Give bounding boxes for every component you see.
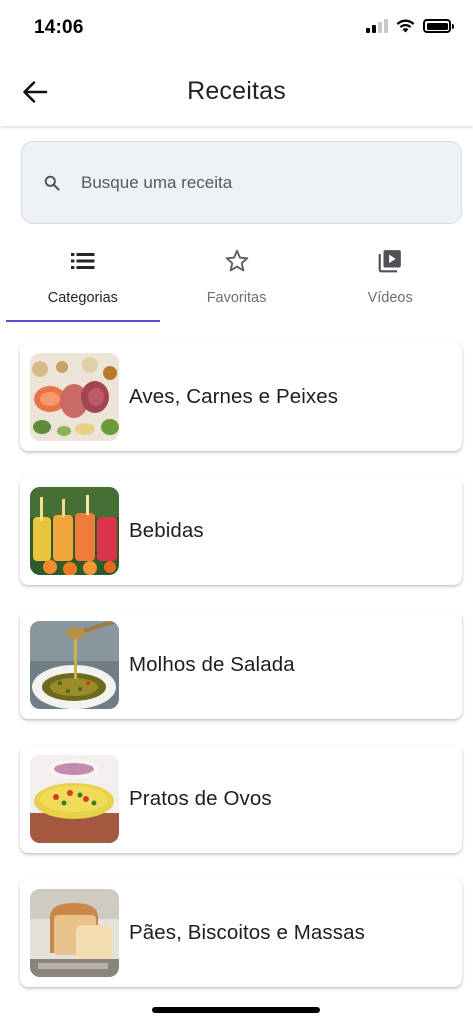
search-input[interactable] <box>81 172 411 193</box>
search-box[interactable] <box>21 141 462 224</box>
category-list: Aves, Carnes e Peixes Bebidas Molhos de … <box>20 343 462 1013</box>
category-card-bebidas[interactable]: Bebidas <box>20 477 462 585</box>
video-library-icon <box>377 248 403 274</box>
tab-label: Categorias <box>47 290 118 306</box>
cellular-signal-icon <box>366 19 388 33</box>
category-label: Bebidas <box>129 519 204 542</box>
status-icons <box>366 19 454 33</box>
active-tab-indicator <box>6 319 160 322</box>
category-card-aves-carnes-peixes[interactable]: Aves, Carnes e Peixes <box>20 343 462 451</box>
tab-bar: Categorias Favoritas Vídeos <box>6 240 467 324</box>
category-card-molhos-de-salada[interactable]: Molhos de Salada <box>20 611 462 719</box>
tab-categorias[interactable]: Categorias <box>6 240 160 324</box>
battery-icon <box>423 19 454 33</box>
home-indicator[interactable] <box>152 1007 320 1013</box>
screen: 14:06 Receitas Busque uma receita Catego… <box>0 0 473 1024</box>
tab-videos[interactable]: Vídeos <box>313 240 467 324</box>
meat-fish-photo <box>30 353 119 441</box>
category-label: Aves, Carnes e Peixes <box>129 385 339 408</box>
list-icon <box>70 248 95 274</box>
omelette-photo <box>30 755 119 843</box>
wifi-icon <box>396 19 415 33</box>
category-card-pratos-de-ovos[interactable]: Pratos de Ovos <box>20 745 462 853</box>
category-label: Molhos de Salada <box>129 653 295 676</box>
category-label: Pratos de Ovos <box>129 787 272 810</box>
salad-dressing-photo <box>30 621 119 709</box>
bread-photo <box>30 889 119 977</box>
page-title: Receitas <box>187 77 286 105</box>
status-bar: 14:06 <box>0 0 473 56</box>
status-time: 14:06 <box>34 17 84 38</box>
juices-photo <box>30 487 119 575</box>
star-outline-icon <box>224 248 250 274</box>
tab-label: Favoritas <box>206 290 267 306</box>
category-card-paes-biscoitos-massas[interactable]: Pães, Biscoitos e Massas <box>20 879 462 987</box>
category-label: Pães, Biscoitos e Massas <box>129 921 365 944</box>
search-icon <box>43 174 61 192</box>
tab-favoritas[interactable]: Favoritas <box>160 240 314 324</box>
tab-label: Vídeos <box>367 290 413 306</box>
app-bar: Receitas <box>0 56 473 126</box>
